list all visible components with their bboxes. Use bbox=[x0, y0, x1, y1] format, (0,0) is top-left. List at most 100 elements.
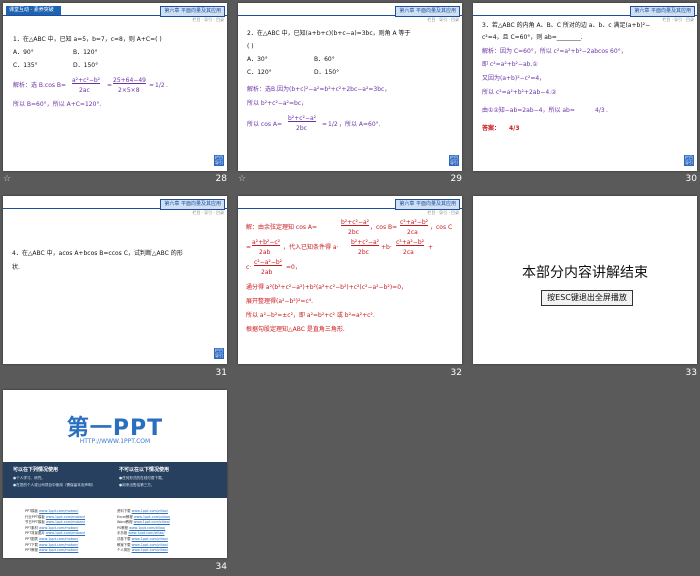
slide-thumbnail[interactable]: 第一PPT HTTP://WWW.1PPT.COM 可以在下列情况使用 ●个人学… bbox=[3, 390, 227, 558]
nav-links[interactable]: 栏目 · 导引 · 目录 bbox=[427, 17, 459, 23]
solution-text: 所以 B=60°，所以 A+C=120°. bbox=[13, 101, 102, 108]
link-label: PPT背景图片 bbox=[25, 531, 46, 536]
slide-number: 28 bbox=[215, 174, 227, 184]
resource-link[interactable]: Excel教程 www.1ppt.com/ziliao/ bbox=[117, 514, 170, 519]
resource-link[interactable]: 个人简历 www.1ppt.com/ziliao/ bbox=[117, 547, 168, 552]
resource-link[interactable]: PPT背景图片 www.1ppt.com/moban/ bbox=[25, 530, 85, 535]
slide-thumbnail[interactable]: 第六章 平面向量及其应用 栏目 · 导引 · 目录 3．若△ABC 的内角 A、… bbox=[473, 3, 697, 171]
resource-link[interactable]: 节日PPT模板 www.1ppt.com/moban/ bbox=[25, 519, 85, 524]
equals-sign: = bbox=[107, 82, 113, 89]
resource-link[interactable]: 行业PPT模板 www.1ppt.com/moban/ bbox=[25, 514, 85, 519]
option-c: C．120° bbox=[247, 69, 272, 76]
solution-text: 展开整理得(a²−b²)²=c⁴. bbox=[246, 298, 314, 305]
exit-fullscreen-button[interactable]: 按ESC键退出全屏播放 bbox=[541, 290, 633, 306]
nav-links[interactable]: 栏目 · 导引 · 目录 bbox=[192, 17, 224, 23]
link-label: PPT图表 bbox=[25, 537, 40, 541]
question-text: c²=4，且 C=60°，则 ab=________. bbox=[482, 34, 583, 41]
nav-button[interactable]: 栏目导引 bbox=[449, 155, 459, 166]
link-url[interactable]: www.1ppt.com/ziliao/ bbox=[132, 509, 168, 513]
slide-thumbnail[interactable]: 第六章 平面向量及其应用 栏目 · 导引 · 目录 解：由余弦定理知 cos A… bbox=[238, 196, 462, 364]
fraction-numerator: a²+b²−c² bbox=[252, 239, 281, 246]
resource-link[interactable]: PPT模板 www.1ppt.com/moban/ bbox=[25, 508, 78, 513]
link-url[interactable]: www.1ppt.com/ziliao/ bbox=[132, 543, 168, 547]
slide-thumbnail[interactable]: 本部分内容讲解结束 按ESC键退出全屏播放 bbox=[473, 196, 697, 364]
resource-link[interactable]: PS教程 www.1ppt.com/ziliao/ bbox=[117, 525, 165, 530]
slide-thumbnail[interactable]: 第六章 平面向量及其应用 栏目 · 导引 · 目录 4．在△ABC 中，acos… bbox=[3, 196, 227, 364]
link-url[interactable]: www.1ppt.com/moban/ bbox=[46, 515, 85, 519]
fraction-numerator: c²+a²−b² bbox=[396, 239, 425, 246]
answer-label: 答案： bbox=[482, 125, 501, 132]
link-url[interactable]: www.1ppt.com/ziliao/ bbox=[129, 526, 165, 530]
question-text: ( ) bbox=[247, 43, 254, 50]
resource-link[interactable]: Word教程 www.1ppt.com/ziliao/ bbox=[117, 519, 170, 524]
end-title: 本部分内容讲解结束 bbox=[522, 265, 648, 281]
resource-link[interactable]: PPT素材 www.1ppt.com/moban/ bbox=[25, 525, 78, 530]
link-label: 行业PPT模板 bbox=[25, 514, 46, 519]
site-url[interactable]: HTTP://WWW.1PPT.COM bbox=[3, 438, 227, 445]
star-icon[interactable]: ☆ bbox=[3, 174, 11, 184]
slide-number: 33 bbox=[685, 368, 697, 378]
solution-text: 解析：因为 C=60°，所以 c²=a²+b²−2abcos 60°， bbox=[482, 48, 627, 55]
link-url[interactable]: www.1ppt.com/moban/ bbox=[39, 509, 78, 513]
nav-links[interactable]: 栏目 · 导引 · 目录 bbox=[427, 210, 459, 216]
link-url[interactable]: www.1ppt.com/ziliao/ bbox=[132, 548, 168, 552]
resource-link[interactable]: 手抄报 www.1ppt.com/ziliao/ bbox=[117, 530, 165, 535]
link-label: Word教程 bbox=[117, 520, 134, 525]
slide-number: 29 bbox=[450, 174, 462, 184]
solution-text: + bbox=[428, 244, 434, 251]
resource-link[interactable]: 试卷下载 www.1ppt.com/ziliao/ bbox=[117, 536, 168, 541]
chapter-label: 第六章 平面向量及其应用 bbox=[395, 6, 460, 17]
nav-button[interactable]: 栏目导引 bbox=[214, 155, 224, 166]
nav-button[interactable]: 栏目导引 bbox=[684, 155, 694, 166]
solution-text: 又因为(a+b)²−c²=4， bbox=[482, 75, 546, 82]
slide-thumbnail[interactable]: 课堂互动 · 素养突破 第六章 平面向量及其应用 栏目 · 导引 · 目录 1．… bbox=[3, 3, 227, 171]
link-url[interactable]: www.1ppt.com/moban/ bbox=[46, 531, 85, 535]
link-label: PS教程 bbox=[117, 525, 130, 530]
resource-link[interactable]: PPT下载 www.1ppt.com/moban/ bbox=[25, 542, 78, 547]
link-url[interactable]: www.1ppt.com/moban/ bbox=[39, 537, 78, 541]
slide-thumbnail[interactable]: 第六章 平面向量及其应用 栏目 · 导引 · 目录 2．在△ABC 中，已知(a… bbox=[238, 3, 462, 171]
solution-text: 解析：选B.因为(b+c)²−a²=b²+c²+2bc−a²=3bc， bbox=[247, 86, 391, 93]
solution-text: 解：由余弦定理知 cos A= bbox=[246, 224, 318, 231]
period: . bbox=[166, 82, 168, 89]
fraction-denominator: 2ca bbox=[403, 249, 414, 256]
equals-sign: = bbox=[149, 82, 155, 89]
allowed-item: ●个人学习、研究。 bbox=[13, 476, 45, 480]
resource-link[interactable]: 资料下载 www.1ppt.com/ziliao/ bbox=[117, 508, 168, 513]
link-url[interactable]: www.1ppt.com/moban/ bbox=[39, 548, 78, 552]
link-url[interactable]: www.1ppt.com/ziliao/ bbox=[134, 520, 170, 524]
link-label: PPT下载 bbox=[25, 542, 40, 547]
link-url[interactable]: www.1ppt.com/ziliao/ bbox=[128, 531, 164, 535]
solution-text: ，所以 A=60°. bbox=[339, 121, 381, 128]
nav-links[interactable]: 栏目 · 导引 · 目录 bbox=[662, 17, 694, 23]
nav-links[interactable]: 栏目 · 导引 · 目录 bbox=[192, 210, 224, 216]
resource-link[interactable]: PPT图表 www.1ppt.com/moban/ bbox=[25, 536, 78, 541]
fraction-denominator: 2bc bbox=[296, 125, 307, 132]
solution-text: ，代入已知条件得 a· bbox=[283, 244, 339, 251]
chapter-label: 第六章 平面向量及其应用 bbox=[160, 199, 225, 210]
link-url[interactable]: www.1ppt.com/ziliao/ bbox=[132, 537, 168, 541]
fraction-denominator: 2bc bbox=[358, 249, 369, 256]
fraction-denominator: 2ca bbox=[407, 229, 418, 236]
solution-text: =0， bbox=[286, 264, 301, 271]
link-url[interactable]: www.1ppt.com/ziliao/ bbox=[134, 515, 170, 519]
slide-number: 31 bbox=[215, 368, 227, 378]
solution-text: 所以 a²−b²=±c²，即 a²=b²+c² 或 b²=a²+c². bbox=[246, 312, 375, 319]
resource-link[interactable]: 教案下载 www.1ppt.com/ziliao/ bbox=[117, 542, 168, 547]
period: . bbox=[606, 107, 608, 114]
solution-text: 所以 cos A= bbox=[247, 121, 283, 128]
star-icon[interactable]: ☆ bbox=[238, 174, 246, 184]
solution-text: ，cos B= bbox=[370, 224, 398, 231]
link-url[interactable]: www.1ppt.com/moban/ bbox=[46, 520, 85, 524]
option-b: B．120° bbox=[73, 49, 98, 56]
chapter-label: 第六章 平面向量及其应用 bbox=[160, 6, 225, 17]
question-text: 4．在△ABC 中，acos A+bcos B=ccos C，试判断△ABC 的… bbox=[12, 250, 183, 257]
resource-link[interactable]: PPT教程 www.1ppt.com/moban/ bbox=[25, 547, 78, 552]
link-url[interactable]: www.1ppt.com/moban/ bbox=[39, 526, 78, 530]
fraction-numerator: b²+c²−a² bbox=[288, 115, 317, 122]
nav-button[interactable]: 栏目导引 bbox=[214, 348, 224, 359]
link-url[interactable]: www.1ppt.com/moban/ bbox=[39, 543, 78, 547]
section-label: 课堂互动 · 素养突破 bbox=[6, 6, 61, 15]
link-label: 个人简历 bbox=[117, 548, 132, 553]
fraction-denominator: 2ab bbox=[259, 249, 271, 256]
